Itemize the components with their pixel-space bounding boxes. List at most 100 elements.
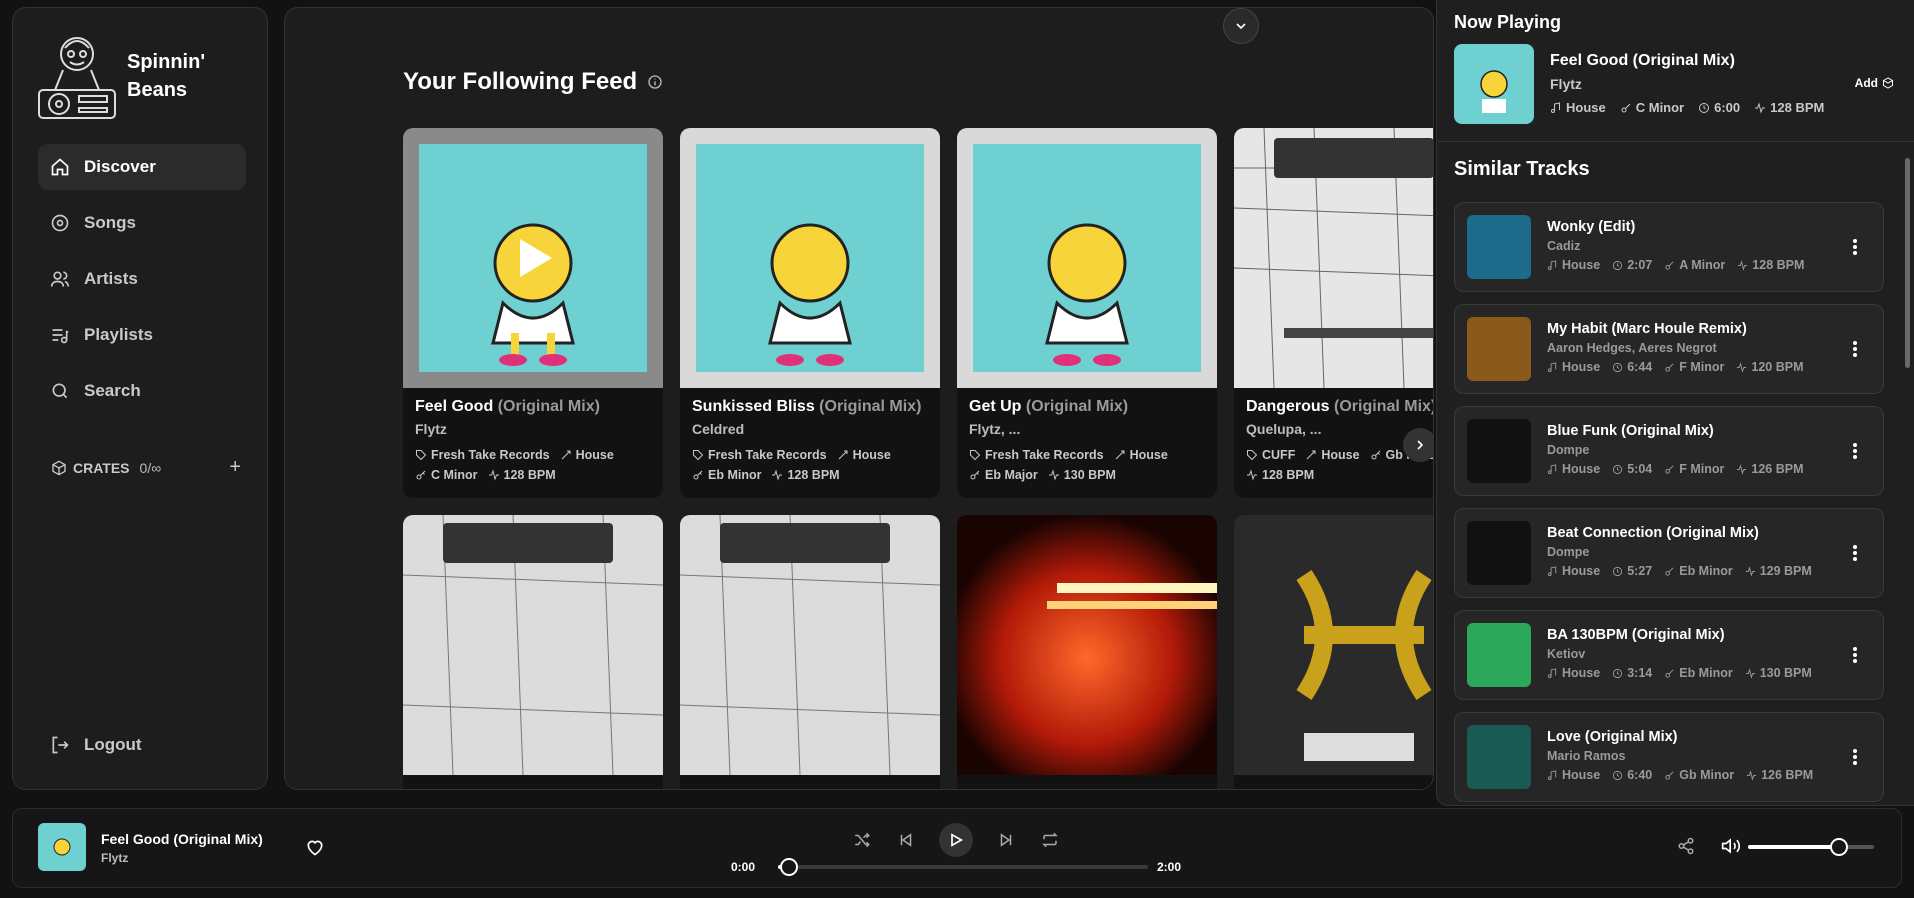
now-playing-artist[interactable]: Flytz	[1550, 76, 1582, 92]
similar-track-item[interactable]: BA 130BPM (Original Mix) Ketiov House 3:14 E…	[1454, 610, 1884, 700]
play-icon[interactable]	[508, 233, 558, 283]
track-title[interactable]: Feel Good	[415, 398, 493, 415]
album-art[interactable]	[403, 515, 663, 775]
album-art[interactable]	[1234, 515, 1433, 775]
player-album-art[interactable]	[38, 823, 86, 871]
similar-track-art[interactable]	[1467, 521, 1531, 585]
scrollbar-thumb[interactable]	[1905, 158, 1910, 368]
similar-track-art[interactable]	[1467, 623, 1531, 687]
logout-button[interactable]: Logout	[50, 735, 142, 755]
album-art[interactable]	[680, 128, 940, 388]
add-crate-button[interactable]: +	[229, 456, 241, 479]
album-art[interactable]	[680, 515, 940, 775]
similar-track-title[interactable]: My Habit (Marc Houle Remix)	[1547, 321, 1747, 337]
track-card[interactable]	[403, 515, 663, 789]
shuffle-button[interactable]	[851, 829, 873, 851]
track-card[interactable]: Get Up (Original Mix) Flytz, ... Fresh T…	[957, 128, 1217, 498]
more-options-icon[interactable]	[1847, 645, 1863, 665]
track-title[interactable]: Dangerous	[1246, 398, 1330, 415]
similar-track-art[interactable]	[1467, 725, 1531, 789]
info-icon[interactable]	[647, 74, 663, 90]
previous-button[interactable]	[895, 829, 917, 851]
similar-track-item[interactable]: Blue Funk (Original Mix) Dompe House 5:04 F …	[1454, 406, 1884, 496]
repeat-button[interactable]	[1039, 829, 1061, 851]
album-art[interactable]	[957, 128, 1217, 388]
genre-tag[interactable]: House	[560, 445, 614, 465]
label-tag[interactable]: Fresh Take Records	[415, 445, 550, 465]
track-card[interactable]: Feel Good (Original Mix) Flytz Fresh Tak…	[403, 128, 663, 498]
track-card[interactable]	[957, 515, 1217, 789]
volume-knob[interactable]	[1829, 838, 1848, 856]
similar-track-title[interactable]: Blue Funk (Original Mix)	[1547, 423, 1714, 439]
pulse-icon	[1745, 667, 1755, 679]
track-title[interactable]: Get Up	[969, 398, 1021, 415]
track-card[interactable]: Sunkissed Bliss (Original Mix) Celdred F…	[680, 128, 940, 498]
more-options-icon[interactable]	[1847, 237, 1863, 257]
similar-track-title[interactable]: BA 130BPM (Original Mix)	[1547, 627, 1725, 643]
similar-track-art[interactable]	[1467, 215, 1531, 279]
label-tag[interactable]: Fresh Take Records	[692, 445, 827, 465]
label-tag[interactable]: Fresh Take Records	[969, 445, 1104, 465]
similar-track-item[interactable]: My Habit (Marc Houle Remix) Aaron Hedges,…	[1454, 304, 1884, 394]
next-button[interactable]	[995, 829, 1017, 851]
play-button[interactable]	[939, 823, 973, 857]
similar-track-item[interactable]: Beat Connection (Original Mix) Dompe House…	[1454, 508, 1884, 598]
progress-bar[interactable]	[778, 858, 1148, 876]
crates-section[interactable]: CRATES 0/∞ +	[51, 456, 241, 479]
nav-item-discover[interactable]: Discover	[38, 144, 246, 190]
key-icon	[1665, 261, 1674, 270]
similar-track-title[interactable]: Beat Connection (Original Mix)	[1547, 525, 1759, 541]
similar-track-art[interactable]	[1467, 419, 1531, 483]
track-card[interactable]	[680, 515, 940, 789]
album-art[interactable]	[957, 515, 1217, 775]
track-artist[interactable]: Flytz	[415, 421, 651, 437]
similar-track-title[interactable]: Love (Original Mix)	[1547, 729, 1678, 745]
carousel-next-button[interactable]	[1403, 428, 1433, 462]
similar-track-item[interactable]: Love (Original Mix) Mario Ramos House 6:40 G…	[1454, 712, 1884, 802]
similar-scrollbar[interactable]	[1905, 148, 1910, 798]
genre-tag[interactable]: House	[1305, 445, 1360, 465]
progress-knob[interactable]	[780, 858, 799, 876]
similar-track-title[interactable]: Wonky (Edit)	[1547, 219, 1635, 235]
similar-track-artist[interactable]: Ketiov	[1547, 647, 1585, 661]
more-options-icon[interactable]	[1847, 543, 1863, 563]
album-art[interactable]	[1234, 128, 1433, 388]
album-art[interactable]	[403, 128, 663, 388]
nav-item-search[interactable]: Search	[38, 368, 246, 414]
sidebar: Spinnin' Beans Discover Songs Artists Pl…	[12, 7, 268, 790]
collapse-button[interactable]	[1223, 8, 1259, 44]
player-track-artist[interactable]: Flytz	[101, 851, 128, 865]
music-note-icon	[1547, 259, 1557, 270]
more-options-icon[interactable]	[1847, 441, 1863, 461]
volume-icon[interactable]	[1721, 836, 1741, 856]
track-artist[interactable]: Celdred	[692, 421, 928, 437]
now-playing-art[interactable]	[1454, 44, 1534, 124]
app-logo[interactable]: Spinnin' Beans	[35, 30, 227, 122]
add-to-crate-button[interactable]: Add	[1855, 76, 1894, 90]
track-card[interactable]	[1234, 515, 1433, 789]
more-options-icon[interactable]	[1847, 747, 1863, 767]
track-title[interactable]: Sunkissed Bliss	[692, 398, 815, 415]
husla-art	[680, 515, 940, 775]
nav-item-songs[interactable]: Songs	[38, 200, 246, 246]
track-artist[interactable]: Flytz, ...	[969, 421, 1205, 437]
similar-track-artist[interactable]: Dompe	[1547, 443, 1589, 457]
similar-track-artist[interactable]: Mario Ramos	[1547, 749, 1626, 763]
similar-track-artist[interactable]: Cadiz	[1547, 239, 1580, 253]
heart-icon[interactable]	[305, 837, 325, 857]
similar-track-art[interactable]	[1467, 317, 1531, 381]
volume-slider[interactable]	[1748, 838, 1874, 856]
player-track-title[interactable]: Feel Good (Original Mix)	[101, 831, 263, 847]
nav-item-artists[interactable]: Artists	[38, 256, 246, 302]
genre-tag[interactable]: House	[1114, 445, 1168, 465]
nav-item-playlists[interactable]: Playlists	[38, 312, 246, 358]
share-icon[interactable]	[1677, 837, 1695, 855]
similar-track-artist[interactable]: Dompe	[1547, 545, 1589, 559]
genre-tag[interactable]: House	[837, 445, 891, 465]
label-tag[interactable]: CUFF	[1246, 445, 1295, 465]
now-playing-title[interactable]: Feel Good (Original Mix)	[1550, 52, 1735, 70]
similar-track-artist[interactable]: Aaron Hedges, Aeres Negrot	[1547, 341, 1717, 355]
more-options-icon[interactable]	[1847, 339, 1863, 359]
key-tag: Eb Minor	[1664, 564, 1733, 578]
similar-track-item[interactable]: Wonky (Edit) Cadiz House 2:07 A Minor 128 BPM	[1454, 202, 1884, 292]
